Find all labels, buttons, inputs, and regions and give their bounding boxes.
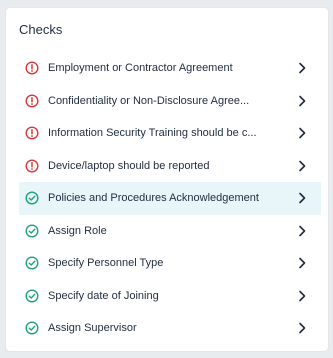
check-item-active[interactable]: Policies and Procedures Acknowledgement: [19, 182, 321, 215]
alert-circle-icon: [25, 159, 39, 173]
check-item-label: Assign Supervisor: [48, 322, 137, 335]
chevron-right-icon: [297, 62, 307, 74]
check-item[interactable]: Confidentiality or Non-Disclosure Agree.…: [19, 85, 321, 118]
check-circle-icon: [25, 191, 39, 205]
alert-circle-icon: [25, 61, 39, 75]
chevron-right-icon: [297, 127, 307, 139]
check-item[interactable]: Assign Role: [19, 215, 321, 248]
check-item-label: Specify date of Joining: [48, 289, 159, 302]
alert-circle-icon: [25, 94, 39, 108]
chevron-right-icon: [297, 160, 307, 172]
chevron-right-icon: [297, 322, 307, 334]
chevron-right-icon: [297, 257, 307, 269]
check-item[interactable]: Specify date of Joining: [19, 280, 321, 313]
check-item-label: Specify Personnel Type: [48, 257, 164, 270]
check-item-label: Information Security Training should be …: [48, 127, 257, 140]
checks-list: Employment or Contractor Agreement Confi…: [19, 52, 321, 345]
check-item[interactable]: Device/laptop should be reported: [19, 150, 321, 183]
alert-circle-icon: [25, 126, 39, 140]
check-item-label: Policies and Procedures Acknowledgement: [48, 192, 259, 205]
check-item-label: Confidentiality or Non-Disclosure Agree.…: [48, 94, 250, 107]
checks-panel: Checks Employment or Contractor Agreemen…: [6, 8, 328, 351]
chevron-right-icon: [297, 95, 307, 107]
check-circle-icon: [25, 224, 39, 238]
check-circle-icon: [25, 289, 39, 303]
check-item-label: Device/laptop should be reported: [48, 159, 210, 172]
check-item[interactable]: Specify Personnel Type: [19, 247, 321, 280]
check-item[interactable]: Employment or Contractor Agreement: [19, 52, 321, 85]
panel-title: Checks: [19, 22, 63, 37]
check-item[interactable]: Information Security Training should be …: [19, 117, 321, 150]
check-circle-icon: [25, 321, 39, 335]
chevron-right-icon: [297, 290, 307, 302]
chevron-right-icon: [297, 225, 307, 237]
check-item[interactable]: Assign Supervisor: [19, 312, 321, 345]
check-item-label: Employment or Contractor Agreement: [48, 62, 233, 75]
check-circle-icon: [25, 256, 39, 270]
check-item-label: Assign Role: [48, 224, 107, 237]
chevron-right-icon: [297, 192, 307, 204]
